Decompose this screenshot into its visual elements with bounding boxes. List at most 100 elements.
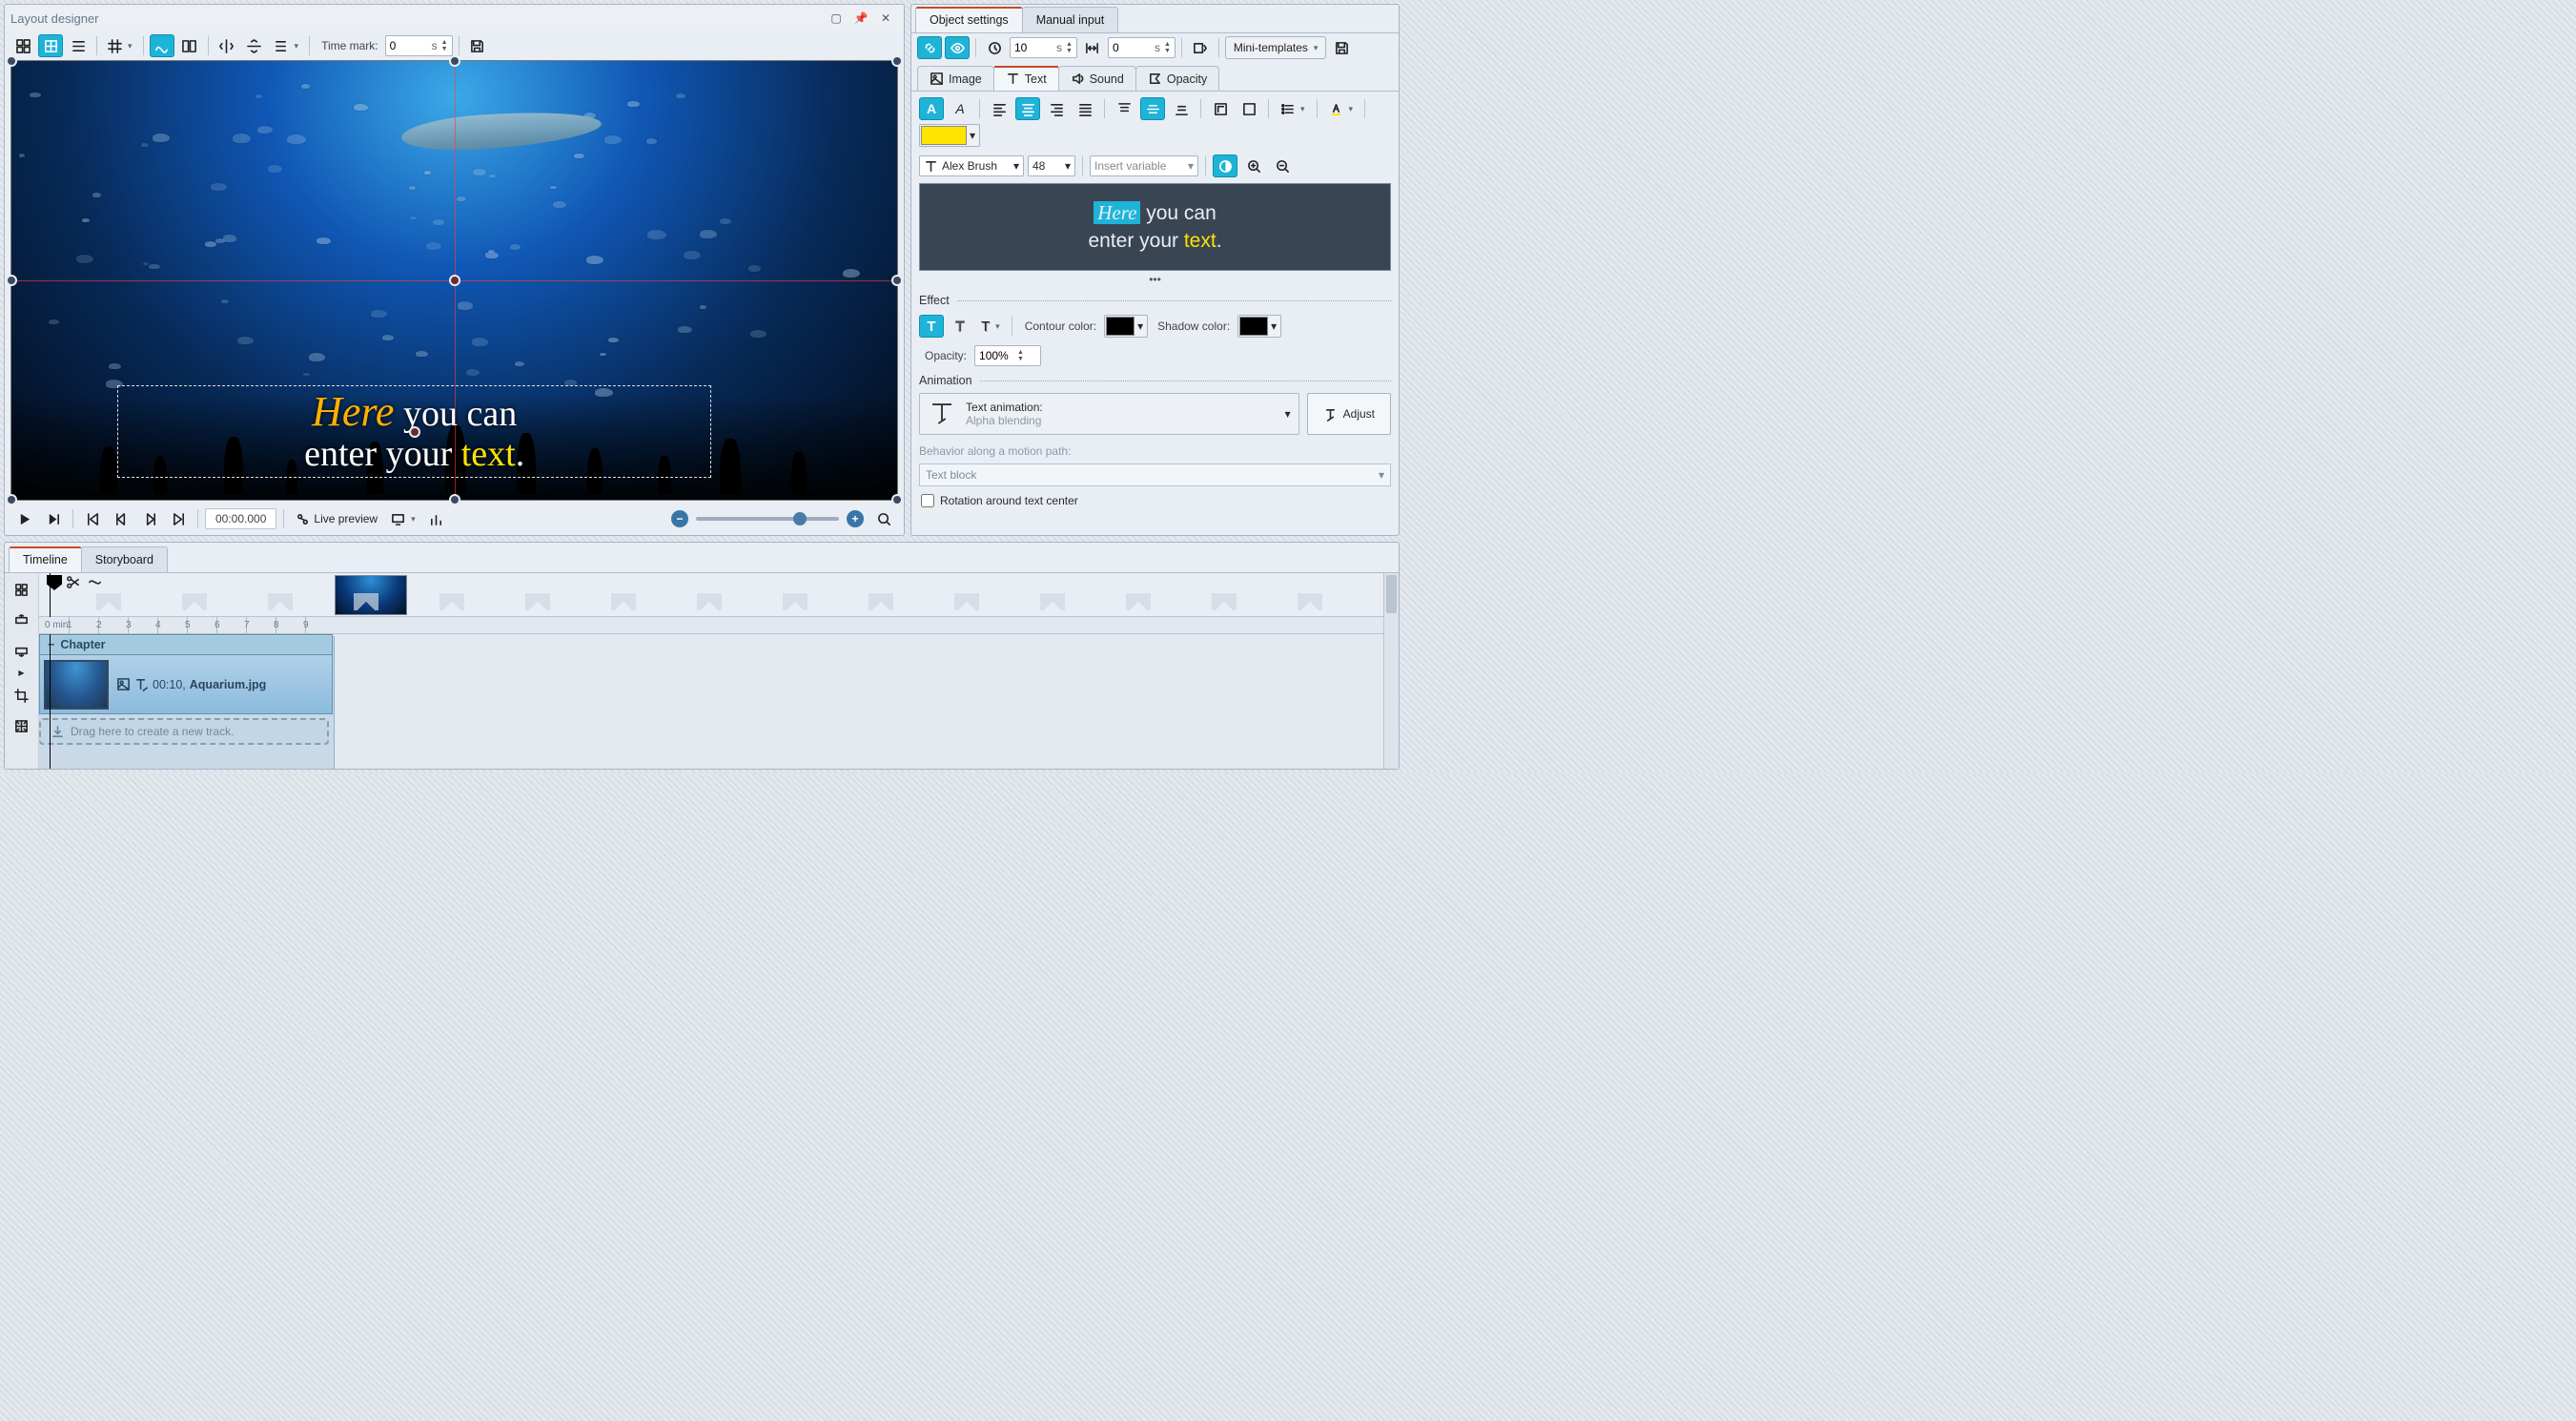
handle-tl[interactable] <box>6 55 17 67</box>
rotation-checkbox[interactable] <box>921 494 934 507</box>
font-select[interactable]: Alex Brush ▾ <box>919 155 1024 176</box>
bars-icon[interactable] <box>424 507 449 530</box>
contour-color-swatch[interactable]: ▾ <box>1104 315 1148 338</box>
zoom-out-icon[interactable]: − <box>671 510 688 527</box>
subtab-opacity[interactable]: Opacity <box>1135 66 1219 91</box>
handle-br[interactable] <box>891 494 903 505</box>
zoom-actual-icon[interactable] <box>1241 154 1266 177</box>
preview-canvas[interactable]: Here you can enter your text. <box>10 60 898 501</box>
valign-bottom-icon[interactable] <box>1169 97 1194 120</box>
remove-track-icon[interactable] <box>9 638 35 663</box>
split-horizontal-icon[interactable] <box>177 34 202 57</box>
hspacing-icon[interactable] <box>1080 36 1105 59</box>
text-animation-select[interactable]: Text animation: Alpha blending ▾ <box>919 393 1299 435</box>
text-box-icon[interactable] <box>1237 97 1261 120</box>
mini-templates-dropdown[interactable]: Mini-templates▾ <box>1225 36 1327 59</box>
play-icon[interactable] <box>12 507 37 530</box>
tab-timeline[interactable]: Timeline <box>9 546 82 572</box>
text-preview-box[interactable]: Here you can enter your text. <box>919 183 1391 271</box>
text-border-icon[interactable] <box>1208 97 1233 120</box>
handle-ml[interactable] <box>6 275 17 286</box>
window-pin-icon[interactable]: 📌 <box>848 7 873 30</box>
timeline-time-ruler[interactable]: 0 min 123456789 <box>39 617 1383 634</box>
select-crop-icon[interactable] <box>38 34 63 57</box>
contrast-icon[interactable] <box>1213 154 1237 177</box>
text-color-icon[interactable]: ▾ <box>1324 97 1359 120</box>
adjust-button[interactable]: Adjust <box>1307 393 1391 435</box>
timeline-vscroll[interactable] <box>1383 573 1399 769</box>
font-size-select[interactable]: 48▾ <box>1028 155 1075 176</box>
save-settings-icon[interactable] <box>1329 36 1354 59</box>
timeline-ruler-top[interactable] <box>39 573 1383 617</box>
align-justify-icon[interactable] <box>1073 97 1097 120</box>
flip-horizontal-icon[interactable] <box>215 34 239 57</box>
list-small-icon[interactable] <box>66 34 91 57</box>
save-icon[interactable] <box>465 34 490 57</box>
italic-letter-icon[interactable]: A <box>948 97 972 120</box>
fill-effect-icon[interactable]: T <box>919 315 944 338</box>
insert-track-icon[interactable] <box>9 608 35 632</box>
timemark-value[interactable] <box>390 39 430 52</box>
align-left-icon[interactable] <box>987 97 1012 120</box>
spin-up-icon[interactable]: ▲ <box>441 39 448 46</box>
timemark-input[interactable]: s ▲▼ <box>385 35 453 56</box>
opacity-input[interactable]: ▲▼ <box>974 345 1041 366</box>
shadow-color-swatch[interactable]: ▾ <box>1237 315 1281 338</box>
grid-icon[interactable]: ▾ <box>103 34 137 57</box>
clock-icon[interactable] <box>982 36 1007 59</box>
fit-tool-icon[interactable] <box>9 713 35 738</box>
live-preview-button[interactable]: Live preview <box>291 507 382 530</box>
window-close-icon[interactable]: ✕ <box>873 7 898 30</box>
play-frame-icon[interactable] <box>41 507 66 530</box>
align-center-icon[interactable] <box>1015 97 1040 120</box>
offset-input[interactable]: s ▲▼ <box>1108 37 1176 58</box>
tab-object-settings[interactable]: Object settings <box>915 7 1023 32</box>
dissolve-icon[interactable] <box>88 575 102 589</box>
shadow-effect-icon[interactable]: T▾ <box>976 315 1005 338</box>
display-dropdown-icon[interactable]: ▾ <box>386 507 420 530</box>
prev-frame-icon[interactable] <box>109 507 133 530</box>
zoom-in-icon[interactable]: + <box>847 510 864 527</box>
window-maximize-icon[interactable]: ▢ <box>824 7 848 30</box>
tab-storyboard[interactable]: Storyboard <box>81 546 168 572</box>
subtab-image[interactable]: Image <box>917 66 994 91</box>
auto-layout-icon[interactable] <box>9 577 35 602</box>
zoom-reset-icon[interactable] <box>1270 154 1295 177</box>
align-right-icon[interactable] <box>1044 97 1069 120</box>
flip-vertical-icon[interactable] <box>242 34 267 57</box>
fill-color-swatch[interactable]: ▾ <box>919 124 980 147</box>
handle-bl[interactable] <box>6 494 17 505</box>
crop-tool-icon[interactable] <box>9 683 35 708</box>
valign-top-icon[interactable] <box>1112 97 1136 120</box>
subtab-sound[interactable]: Sound <box>1058 66 1136 91</box>
spin-down-icon[interactable]: ▼ <box>441 46 448 52</box>
scissors-icon[interactable] <box>66 575 80 589</box>
outline-effect-icon[interactable]: T <box>948 315 972 338</box>
zoom-slider[interactable] <box>696 517 839 521</box>
handle-tm[interactable] <box>449 55 460 67</box>
zoom-fit-icon[interactable] <box>871 507 896 530</box>
tab-manual-input[interactable]: Manual input <box>1022 7 1119 32</box>
apply-icon[interactable] <box>1188 36 1213 59</box>
group-icon[interactable] <box>10 34 35 57</box>
handle-center[interactable] <box>449 275 460 286</box>
insert-variable-select[interactable]: Insert variable▾ <box>1090 155 1198 176</box>
valign-middle-icon[interactable] <box>1140 97 1165 120</box>
link-icon[interactable] <box>917 36 942 59</box>
list-bullets-icon[interactable]: ▾ <box>1276 97 1310 120</box>
expand-dots-icon[interactable]: ••• <box>911 271 1399 290</box>
text-center-handle[interactable] <box>409 426 420 438</box>
curve-icon[interactable] <box>150 34 174 57</box>
tools-caret-icon[interactable]: ▶ <box>18 669 24 677</box>
handle-bm[interactable] <box>449 494 460 505</box>
behavior-select[interactable]: Text block ▾ <box>919 463 1391 486</box>
skip-start-icon[interactable] <box>80 507 105 530</box>
subtab-text[interactable]: Text <box>993 66 1059 91</box>
handle-tr[interactable] <box>891 55 903 67</box>
eye-icon[interactable] <box>945 36 970 59</box>
handle-mr[interactable] <box>891 275 903 286</box>
bold-letter-icon[interactable]: A <box>919 97 944 120</box>
text-overlay-selection[interactable]: Here you can enter your text. <box>117 385 710 478</box>
list-dropdown-icon[interactable]: ▾ <box>270 34 304 57</box>
duration-input[interactable]: s ▲▼ <box>1010 37 1077 58</box>
